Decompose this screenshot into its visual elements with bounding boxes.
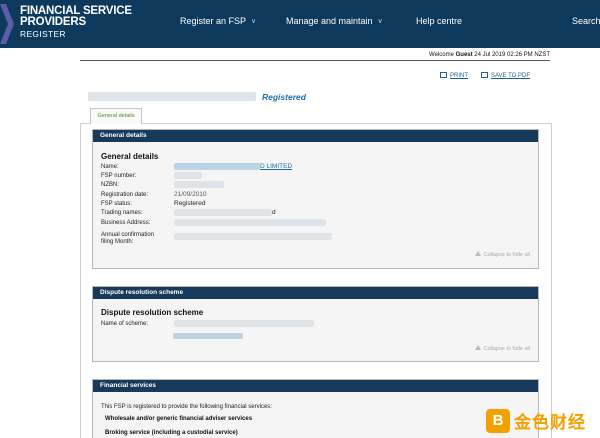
redacted-value xyxy=(174,320,314,327)
tab-general-details[interactable]: General details xyxy=(90,108,142,124)
financial-services-intro: This FSP is registered to provide the fo… xyxy=(101,404,272,410)
panel-header[interactable]: Financial services xyxy=(93,380,538,392)
nav-label: Help centre xyxy=(416,16,463,26)
field-label-registration-date: Registration date: xyxy=(101,192,149,198)
nav-search[interactable]: Search xyxy=(572,16,600,26)
redacted-value xyxy=(173,333,243,340)
brand-title-line2: PROVIDERS xyxy=(20,16,86,28)
field-value-trading-names: d xyxy=(174,209,276,216)
general-details-panel: General details General details Name: D … xyxy=(92,129,539,269)
brand-subtitle: REGISTER xyxy=(20,29,66,39)
field-label-trading-names: Trading names: xyxy=(101,210,143,216)
site-watermark: B 金色财经 xyxy=(486,408,586,433)
welcome-user: Guest xyxy=(455,52,473,58)
field-label-annual-confirmation: Annual confirmation xyxy=(101,232,155,238)
field-value-registration-date: 21/09/2010 xyxy=(174,191,207,198)
redacted-value xyxy=(174,181,224,188)
nav-manage-and-maintain[interactable]: Manage and maintain ∨ xyxy=(286,16,383,26)
nav-label: Register an FSP xyxy=(180,16,247,26)
field-label-fsp-number: FSP number: xyxy=(101,173,137,179)
company-name-link[interactable]: D LIMITED xyxy=(260,163,292,170)
financial-services-panel: Financial services This FSP is registere… xyxy=(92,379,539,438)
welcome-divider xyxy=(80,60,550,61)
company-heading: Registered xyxy=(88,88,306,106)
nav-label: Search xyxy=(572,16,600,26)
field-value-nzbn xyxy=(174,181,224,188)
financial-service-item: Broking service (including a custodial s… xyxy=(105,430,238,436)
field-label-filing-month: filing Month: xyxy=(101,239,134,245)
collapse-link[interactable]: Collapse to hide all xyxy=(474,345,530,352)
field-value-name[interactable]: D LIMITED xyxy=(174,163,292,170)
field-value-fsp-number xyxy=(174,172,202,179)
panel-header[interactable]: Dispute resolution scheme xyxy=(93,287,538,299)
save-label: SAVE TO PDF xyxy=(491,73,531,79)
panel-header[interactable]: General details xyxy=(93,130,538,142)
redacted-value xyxy=(174,163,260,170)
scheme-link[interactable] xyxy=(173,333,243,340)
field-value-name-of-scheme xyxy=(174,320,314,327)
nav-label: Manage and maintain xyxy=(286,16,373,26)
collapse-link[interactable]: Collapse to hide all xyxy=(474,251,530,258)
watermark-logo-icon: B xyxy=(486,408,510,433)
field-label-business-address: Business Address: xyxy=(101,220,151,226)
redacted-value xyxy=(174,209,272,216)
save-to-pdf-link[interactable]: SAVE TO PDF xyxy=(481,72,530,79)
redacted-value xyxy=(174,172,202,179)
welcome-datetime: 24 Jul 2019 02:26 PM NZST xyxy=(472,52,550,58)
triangle-up-icon xyxy=(474,251,481,256)
field-label-name: Name: xyxy=(101,164,119,170)
field-label-nzbn: NZBN: xyxy=(101,182,119,188)
welcome-prefix: Welcome xyxy=(429,52,456,58)
field-value-business-address xyxy=(174,219,326,226)
field-label-fsp-status: FSP status: xyxy=(101,201,132,207)
trading-name-tail: d xyxy=(272,209,276,217)
welcome-message: Welcome Guest 24 Jul 2019 02:26 PM NZST xyxy=(429,52,550,58)
panel-title: Dispute resolution scheme xyxy=(101,308,204,317)
redacted-company-name xyxy=(88,92,256,102)
collapse-label: Collapse to hide all xyxy=(483,252,530,258)
field-value-annual-confirmation xyxy=(174,233,332,240)
top-navigation-bar: FINANCIAL SERVICE PROVIDERS REGISTER Reg… xyxy=(0,0,600,48)
print-link[interactable]: PRINT xyxy=(440,72,468,79)
field-label-name-of-scheme: Name of scheme: xyxy=(101,321,149,327)
panel-title: General details xyxy=(101,152,159,161)
brand-chevron-icon xyxy=(0,4,14,44)
collapse-label: Collapse to hide all xyxy=(483,346,530,352)
triangle-up-icon xyxy=(474,345,481,350)
printer-icon xyxy=(440,72,447,78)
financial-service-item: Wholesale and/or generic financial advis… xyxy=(105,416,253,422)
nav-help-centre[interactable]: Help centre xyxy=(416,16,462,26)
chevron-down-icon: ∨ xyxy=(251,18,257,25)
field-value-fsp-status: Registered xyxy=(174,200,206,207)
document-icon xyxy=(481,72,488,78)
dispute-resolution-panel: Dispute resolution scheme Dispute resolu… xyxy=(92,286,539,362)
chevron-down-icon: ∨ xyxy=(377,18,383,25)
print-label: PRINT xyxy=(450,73,468,79)
nav-register-an-fsp[interactable]: Register an FSP ∨ xyxy=(180,16,256,26)
company-status-suffix: Registered xyxy=(262,91,306,102)
brand-logo[interactable]: FINANCIAL SERVICE PROVIDERS REGISTER xyxy=(20,5,132,40)
watermark-text: 金色财经 xyxy=(514,413,586,432)
redacted-value xyxy=(174,233,332,240)
redacted-value xyxy=(174,219,326,226)
